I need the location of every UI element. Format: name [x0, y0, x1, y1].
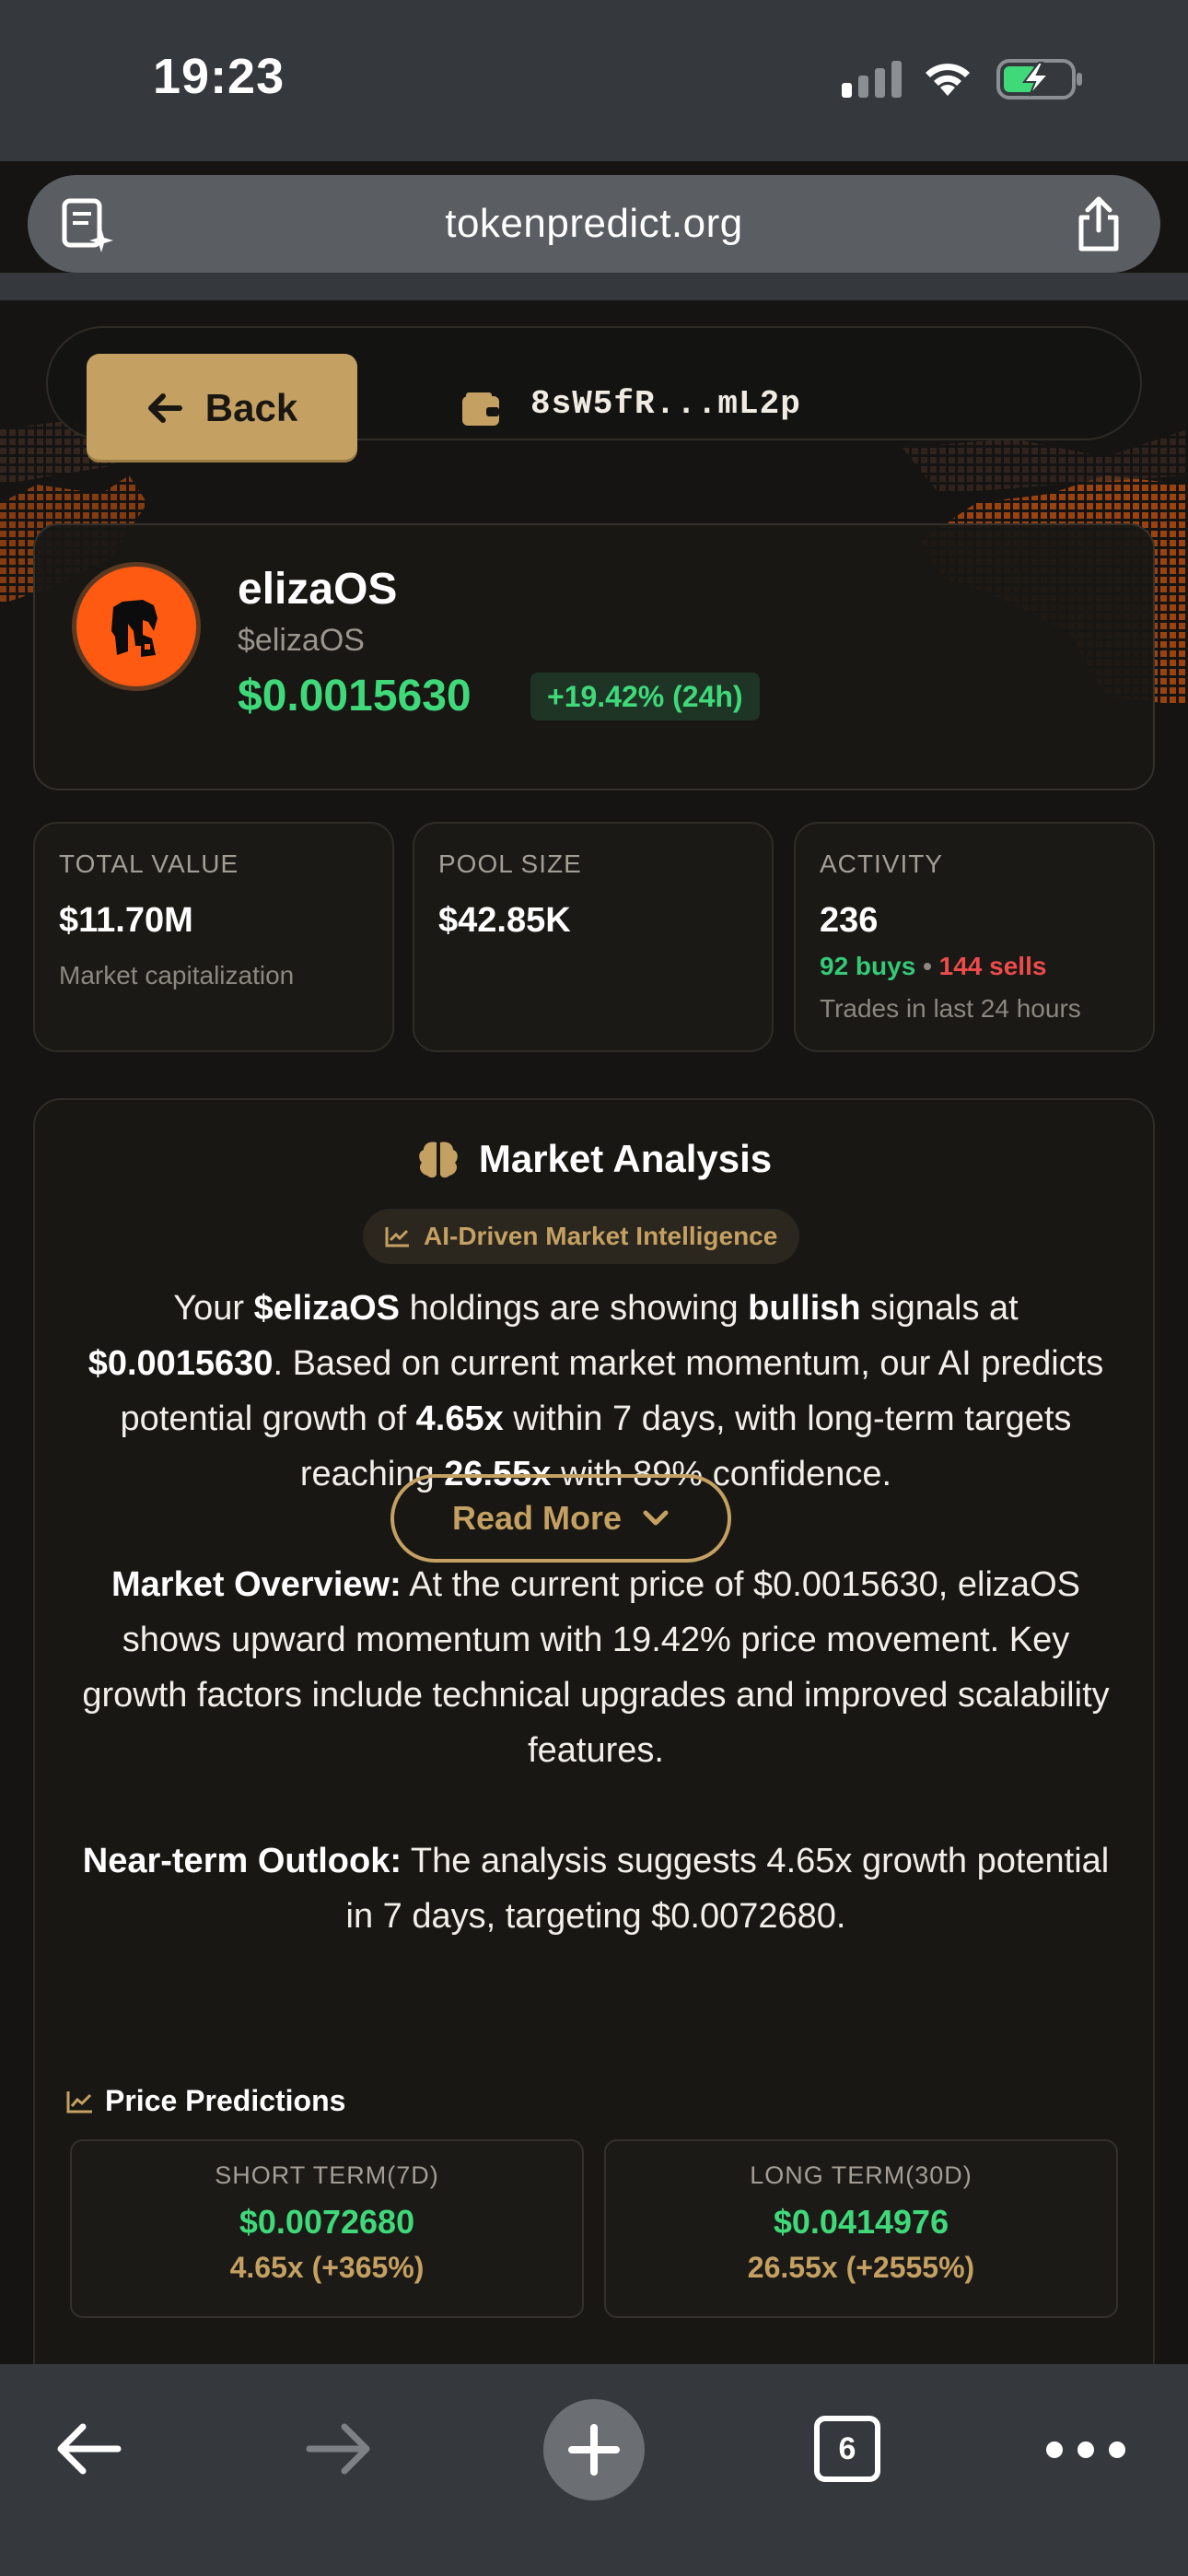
- new-tab-button[interactable]: [543, 2399, 645, 2500]
- stat-label: TOTAL VALUE: [59, 849, 239, 878]
- analysis-header: Market Analysis: [35, 1137, 1153, 1181]
- prediction-multiplier: 4.65x (+365%): [229, 2251, 425, 2284]
- stat-label: ACTIVITY: [820, 849, 944, 878]
- analysis-title: Market Analysis: [478, 1137, 773, 1180]
- token-name: elizaOS: [238, 565, 398, 614]
- prediction-label: LONG TERM(30D): [750, 2161, 973, 2189]
- tabs-button[interactable]: 6: [814, 2416, 880, 2482]
- token-logo-icon: [111, 600, 157, 657]
- url-text: tokenpredict.org: [445, 201, 743, 246]
- back-button-label: Back: [204, 386, 298, 429]
- plus-icon: [568, 2424, 620, 2476]
- share-icon[interactable]: [1074, 195, 1124, 252]
- token-avatar: [72, 562, 201, 691]
- wallet-icon: [462, 392, 499, 426]
- prediction-multiplier: 26.55x (+2555%): [747, 2251, 975, 2284]
- stat-card-pool-size: POOL SIZE $42.85K: [413, 822, 774, 1052]
- stat-value: $42.85K: [438, 901, 571, 940]
- stat-subtext: Market capitalization: [59, 961, 295, 989]
- status-bar: 19:23 tokenpredict.org: [0, 0, 1188, 273]
- prediction-card-long-term: LONG TERM(30D) $0.0414976 26.55x (+2555%…: [604, 2139, 1118, 2318]
- price-predictions: SHORT TERM(7D) $0.0072680 4.65x (+365%) …: [70, 2139, 1118, 2318]
- chevron-down-icon: [643, 1510, 669, 1526]
- buys-count: 92 buys: [820, 952, 916, 980]
- read-more-label: Read More: [451, 1499, 623, 1537]
- browser-back-icon[interactable]: [53, 2419, 123, 2478]
- browser-chrome-strip: [0, 273, 1188, 300]
- status-time: 19:23: [153, 49, 285, 104]
- tab-count: 6: [838, 2430, 856, 2466]
- wallet-address[interactable]: 8sW5fR...mL2p: [530, 385, 801, 423]
- token-card: elizaOS $elizaOS $0.0015630 +19.42% (24h…: [33, 523, 1155, 790]
- token-ticker: $elizaOS: [238, 623, 365, 658]
- cellular-signal-icon: [842, 61, 902, 98]
- stat-card-total-value: TOTAL VALUE $11.70M Market capitalizatio…: [33, 822, 394, 1052]
- prediction-price: $0.0414976: [773, 2203, 949, 2241]
- analysis-paragraph-overview: Market Overview: At the current price of…: [82, 1565, 1110, 1770]
- battery-charging-icon: [996, 59, 1082, 100]
- prediction-price: $0.0072680: [239, 2203, 415, 2241]
- more-options-icon[interactable]: [1046, 2441, 1125, 2458]
- price-predictions-header: Price Predictions: [66, 2084, 345, 2118]
- prediction-label: SHORT TERM(7D): [215, 2161, 439, 2189]
- arrow-left-icon: [147, 393, 182, 423]
- wifi-icon: [926, 64, 970, 96]
- prediction-card-short-term: SHORT TERM(7D) $0.0072680 4.65x (+365%): [70, 2139, 584, 2318]
- price-predictions-title: Price Predictions: [105, 2084, 346, 2117]
- stat-card-activity: ACTIVITY 236 92 buys • 144 sells Trades …: [794, 822, 1155, 1052]
- analysis-paragraph-outlook: Near-term Outlook: The analysis suggests…: [82, 1842, 1110, 1936]
- chart-trend-icon: [66, 2090, 92, 2113]
- ai-intelligence-badge: AI-Driven Market Intelligence: [363, 1209, 800, 1264]
- stats-row: TOTAL VALUE $11.70M Market capitalizatio…: [33, 822, 1155, 1052]
- page-content: Back 8sW5fR...mL2p elizaOS $elizaOS $0.0…: [0, 300, 1188, 2364]
- brain-icon: [419, 1142, 458, 1178]
- wallet-bar: Back 8sW5fR...mL2p: [46, 326, 1142, 463]
- ai-badge-label: AI-Driven Market Intelligence: [424, 1222, 778, 1250]
- stat-value: 236: [820, 901, 879, 940]
- read-more-button[interactable]: Read More: [390, 1474, 731, 1563]
- browser-toolbar: 6: [0, 2364, 1188, 2576]
- trade-split: 92 buys • 144 sells: [820, 952, 1129, 981]
- reader-mode-icon[interactable]: [61, 197, 116, 254]
- analysis-text: Your $elizaOS holdings are showing bulli…: [76, 1281, 1116, 1999]
- stat-value: $11.70M: [59, 901, 193, 940]
- stat-subtext: Trades in last 24 hours: [820, 994, 1081, 1023]
- chart-trend-icon: [385, 1227, 409, 1247]
- sells-count: 144 sells: [938, 952, 1047, 980]
- back-button[interactable]: Back: [87, 354, 357, 463]
- price-change-badge: +19.42% (24h): [530, 673, 760, 720]
- stat-label: POOL SIZE: [438, 849, 582, 878]
- token-price: $0.0015630: [238, 672, 472, 720]
- analysis-paragraph-summary: Your $elizaOS holdings are showing bulli…: [87, 1289, 1104, 1493]
- address-bar[interactable]: tokenpredict.org: [28, 175, 1160, 273]
- separator-dot: •: [923, 952, 932, 980]
- browser-forward-icon[interactable]: [304, 2419, 374, 2478]
